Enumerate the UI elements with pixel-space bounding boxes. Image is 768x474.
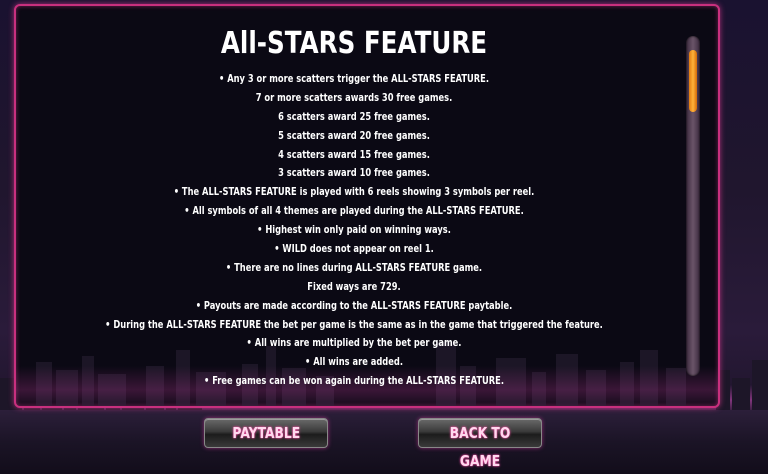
help-panel: All-STARS FEATURE • Any 3 or more scatte… bbox=[14, 4, 720, 408]
rule-line: • The ALL-STARS FEATURE is played with 6… bbox=[173, 185, 535, 199]
rule-line: Fixed ways are 729. bbox=[307, 279, 401, 293]
back-to-game-label: BACK TO GAME bbox=[449, 424, 511, 470]
back-to-game-button[interactable]: BACK TO GAME bbox=[418, 418, 542, 470]
rule-line: • Payouts are made according to the ALL-… bbox=[195, 298, 513, 312]
rule-line: 7 or more scatters awards 30 free games. bbox=[255, 90, 453, 104]
rule-line: • All wins are added. bbox=[304, 355, 404, 369]
rule-line: 3 scatters award 10 free games. bbox=[278, 166, 430, 180]
paytable-button[interactable]: PAYTABLE bbox=[204, 418, 328, 448]
rule-line: 6 scatters award 25 free games. bbox=[278, 109, 430, 123]
scrollbar[interactable] bbox=[686, 36, 700, 376]
rule-line: • During the ALL-STARS FEATURE the bet p… bbox=[105, 317, 603, 331]
game-help-screen: All-STARS FEATURE • Any 3 or more scatte… bbox=[0, 0, 768, 474]
water-reflection bbox=[0, 410, 768, 474]
rule-line: • All wins are multiplied by the bet per… bbox=[246, 336, 462, 350]
rule-line: • Any 3 or more scatters trigger the ALL… bbox=[218, 72, 490, 85]
rule-line: 4 scatters award 15 free games. bbox=[278, 147, 430, 161]
paytable-label: PAYTABLE bbox=[232, 424, 300, 442]
rule-line: • Free games can be won again during the… bbox=[203, 374, 505, 388]
rule-line: • There are no lines during ALL-STARS FE… bbox=[225, 260, 483, 274]
rule-line: • WILD does not appear on reel 1. bbox=[274, 242, 434, 256]
rules-list: • Any 3 or more scatters trigger the ALL… bbox=[16, 70, 692, 391]
page-title: All-STARS FEATURE bbox=[220, 26, 488, 61]
scrollbar-thumb[interactable] bbox=[689, 50, 697, 112]
rule-line: 5 scatters award 20 free games. bbox=[278, 128, 430, 142]
rule-line: • All symbols of all 4 themes are played… bbox=[184, 204, 524, 218]
rule-line: • Highest win only paid on winning ways. bbox=[257, 223, 451, 237]
